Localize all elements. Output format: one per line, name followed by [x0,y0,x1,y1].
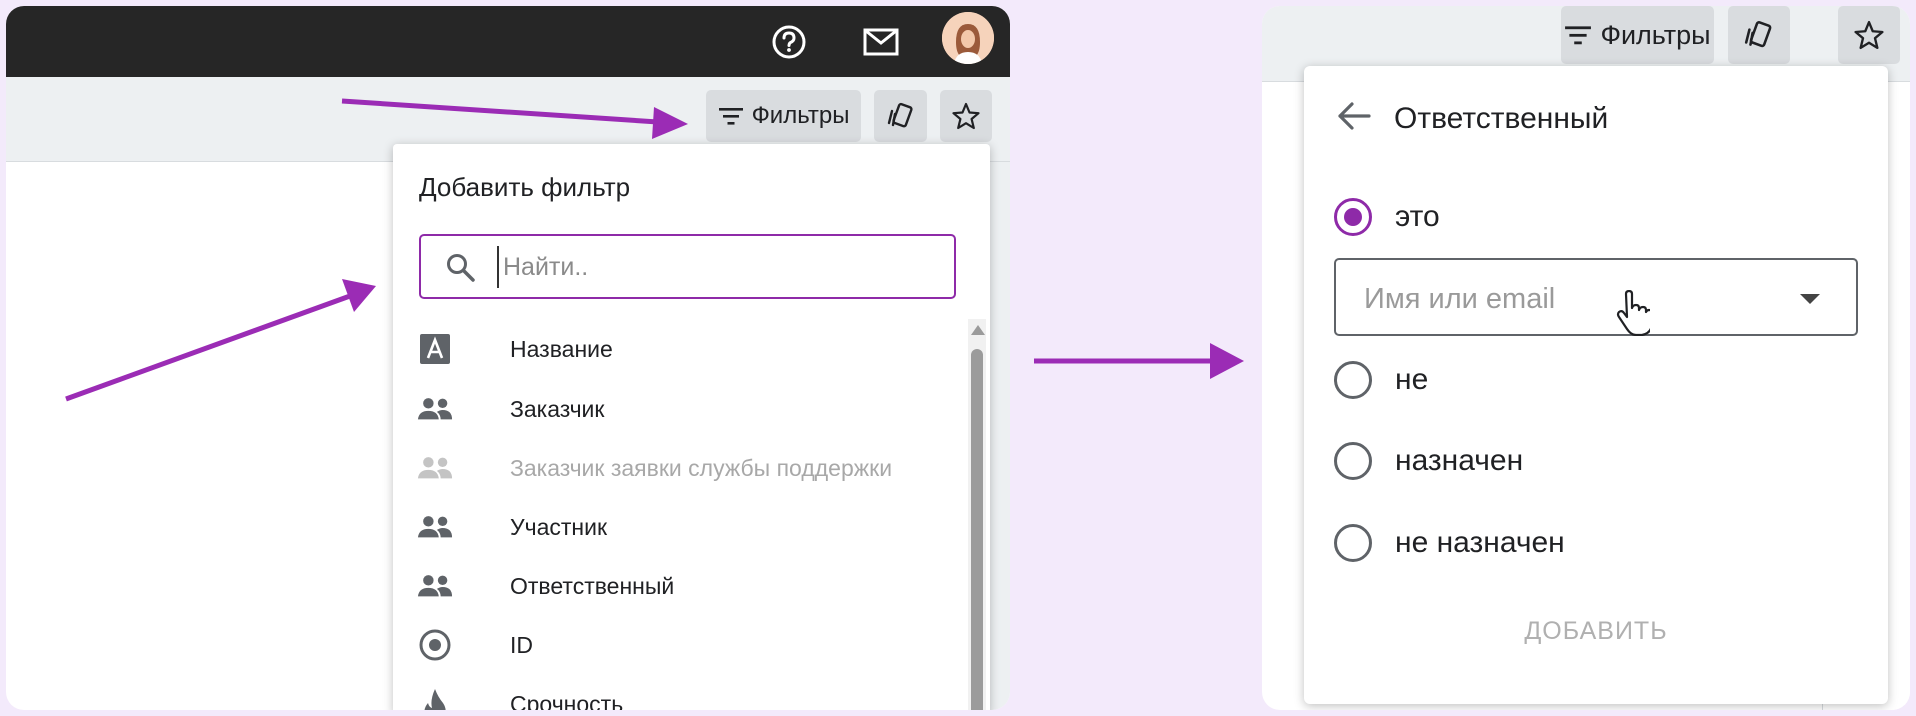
cards-icon [887,102,913,128]
people-icon [417,393,453,425]
add-filter-dropdown: Добавить фильтр Название Заказчик Заказ [393,144,990,710]
scroll-up-arrow-icon[interactable] [971,325,985,335]
option-not-assigned[interactable]: не назначен [1334,521,1565,565]
cards-view-button[interactable] [874,90,927,142]
dropdown-title: Добавить фильтр [419,172,631,202]
filter-icon [1565,26,1592,45]
option-assigned[interactable]: назначен [1334,439,1523,483]
filter-option-label: Заказчик заявки службы поддержки [510,455,893,481]
select-placeholder: Имя или email [1364,283,1556,315]
radio-unchecked-icon[interactable] [1334,524,1372,562]
filter-option-participant[interactable]: Участник [393,499,953,555]
star-icon [1854,20,1884,50]
radio-checked-icon[interactable] [1334,198,1372,236]
scrollbar[interactable] [968,319,986,710]
filters-button-label: Фильтры [1600,19,1711,50]
text-field-icon [417,333,453,365]
option-is[interactable]: это [1334,195,1440,239]
help-icon[interactable] [769,22,809,62]
option-is-not[interactable]: не [1334,358,1428,402]
filters-button[interactable]: Фильтры [706,90,861,142]
avatar[interactable] [942,12,994,64]
filter-option-label: Участник [510,514,608,540]
filter-option-label: Ответственный [510,573,675,599]
people-icon [417,511,453,543]
radio-unchecked-icon[interactable] [1334,361,1372,399]
top-app-bar [6,6,1010,77]
radio-button-icon [417,629,453,661]
people-icon [417,452,453,484]
filter-option-customer[interactable]: Заказчик [393,381,953,437]
search-input[interactable] [497,246,937,288]
favorite-button[interactable] [940,90,992,142]
filter-option-support-customer: Заказчик заявки службы поддержки [393,440,953,496]
panel-title: Ответственный [1394,102,1609,135]
filters-button-label: Фильтры [751,102,850,129]
filter-icon [718,108,743,125]
option-label: не [1395,363,1429,396]
name-or-email-select[interactable]: Имя или email [1334,258,1858,336]
option-label: назначен [1395,444,1524,477]
people-icon [417,570,453,602]
filters-button[interactable]: Фильтры [1561,6,1714,64]
filter-option-label: ID [510,632,533,658]
search-icon [447,254,475,282]
hand-cursor-icon [1616,290,1650,336]
filter-option-label: Название [510,336,613,362]
filter-option-id[interactable]: ID [393,617,953,673]
search-field[interactable] [419,234,956,299]
option-label: не назначен [1395,526,1565,559]
filter-option-label: Заказчик [510,396,605,422]
filter-option-name[interactable]: Название [393,321,953,377]
right-screenshot-panel: Фильтры Ответственный это Имя или email … [1262,6,1910,710]
radio-unchecked-icon[interactable] [1334,442,1372,480]
add-button[interactable]: ДОБАВИТЬ [1504,606,1688,656]
chevron-down-icon[interactable] [1800,294,1820,304]
cards-icon [1744,21,1772,48]
filter-option-assignee[interactable]: Ответственный [393,558,953,614]
arrow-between-panels-icon [1034,343,1244,379]
back-arrow-icon[interactable] [1334,96,1374,136]
cards-view-button[interactable] [1728,6,1790,64]
filter-option-urgency[interactable]: Срочность [393,676,953,710]
favorite-button[interactable] [1838,6,1900,64]
star-icon [952,102,980,130]
flame-icon [417,688,453,710]
filter-option-label: Срочность [510,691,624,710]
left-screenshot-panel: Фильтры Добавить фильтр Название [6,6,1010,710]
scroll-thumb[interactable] [971,349,983,710]
option-label: это [1395,200,1440,233]
assignee-filter-panel: Ответственный это Имя или email не назна… [1304,66,1888,704]
mail-icon[interactable] [861,22,901,62]
